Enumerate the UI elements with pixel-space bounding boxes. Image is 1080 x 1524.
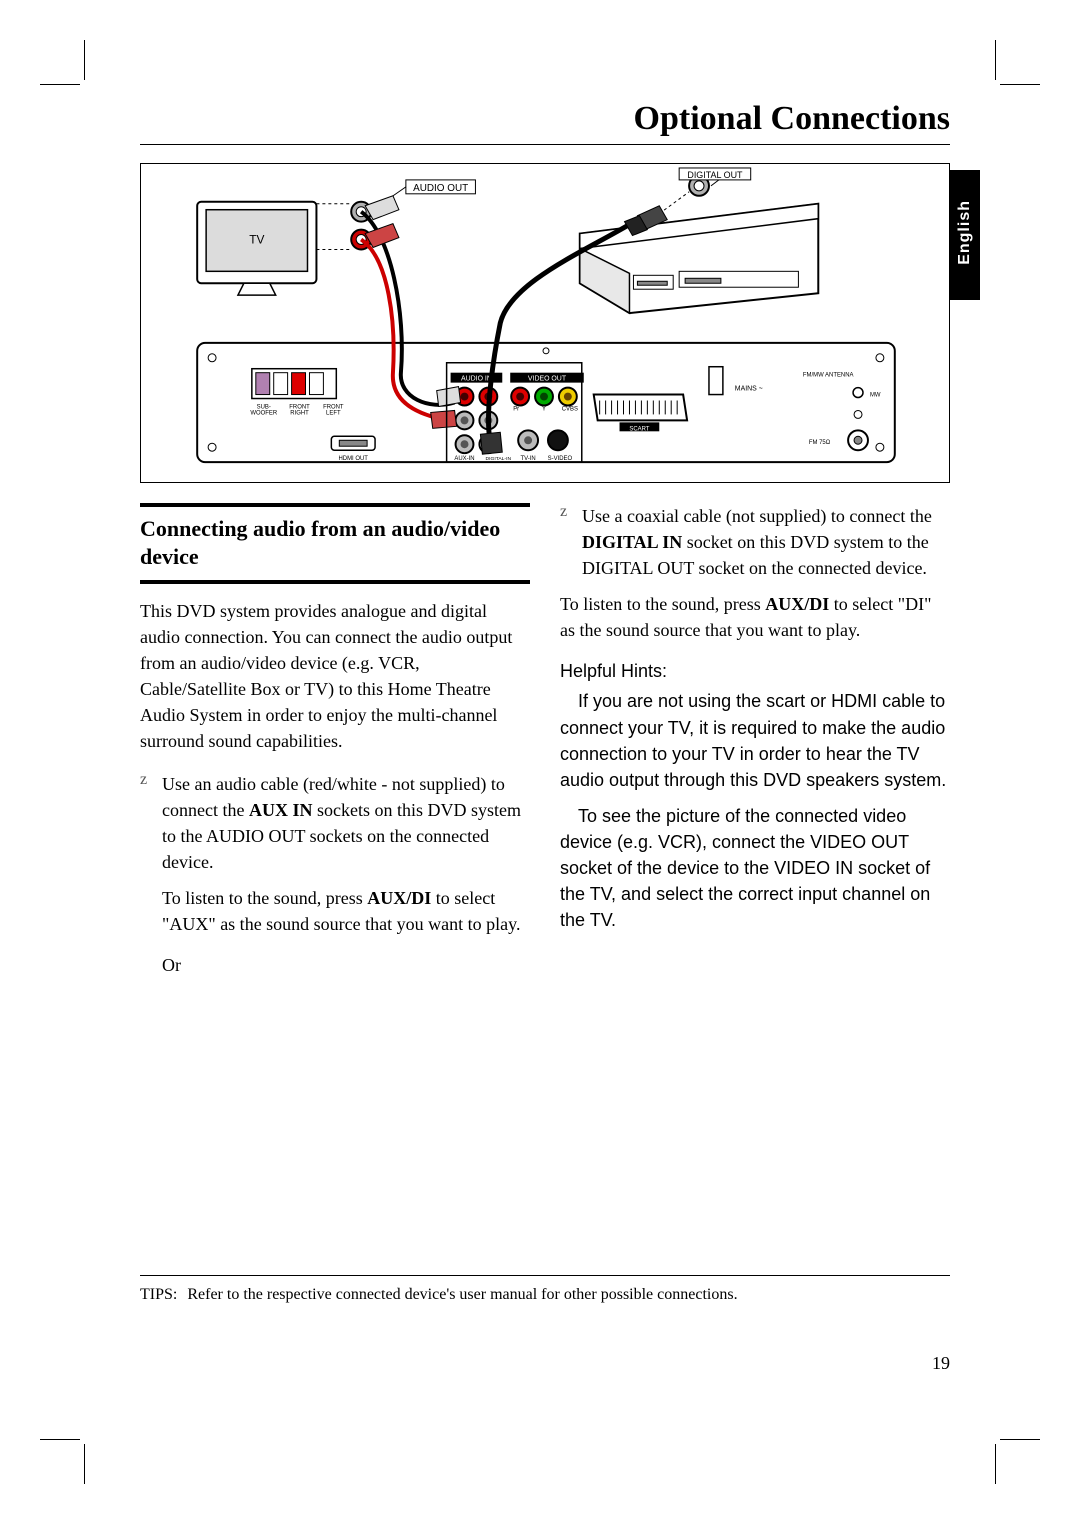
- bullet-digital: z Use a coaxial cable (not supplied) to …: [560, 503, 950, 581]
- fm-label: FM 75Ω: [809, 440, 831, 446]
- connection-diagram: TV AUDIO OUT: [140, 163, 950, 483]
- bullet-marker: z: [140, 771, 152, 875]
- language-tab: English: [950, 170, 980, 300]
- audio-out-label: AUDIO OUT: [413, 183, 468, 194]
- left-column: Connecting audio from an audio/video dev…: [140, 503, 530, 976]
- tips-text: Refer to the respective connected device…: [187, 1286, 737, 1303]
- bullet-marker: z: [560, 503, 572, 581]
- hint-1: If you are not using the scart or HDMI c…: [560, 688, 950, 792]
- page-title: Optional Connections: [140, 100, 950, 138]
- mains-label: MAINS ~: [735, 386, 763, 393]
- aux-in-label: AUX-IN: [454, 456, 474, 462]
- aux-listen-note: To listen to the sound, press AUX/DI to …: [162, 885, 530, 937]
- digital-in-label: DIGITAL-IN: [486, 456, 512, 462]
- page-number: 19: [932, 1353, 950, 1374]
- hint-2: To see the picture of the connected vide…: [560, 803, 950, 933]
- section-heading: Connecting audio from an audio/video dev…: [140, 503, 530, 584]
- tips-footer: TIPS: Refer to the respective connected …: [140, 1275, 950, 1304]
- tv-label: TV: [249, 233, 264, 247]
- tips-label: TIPS:: [140, 1286, 177, 1304]
- mw-label: MW: [870, 393, 881, 399]
- cvbs-label: CVBS: [562, 406, 578, 412]
- di-listen-note: To listen to the sound, press AUX/DI to …: [560, 591, 950, 643]
- svg-text:LEFT: LEFT: [326, 410, 341, 416]
- svg-text:RIGHT: RIGHT: [290, 410, 309, 416]
- scart-label: SCART: [629, 426, 649, 432]
- right-column: z Use a coaxial cable (not supplied) to …: [560, 503, 950, 976]
- svideo-label: S-VIDEO: [548, 456, 573, 462]
- audio-in-label: AUDIO IN: [461, 376, 492, 383]
- intro-para: This DVD system provides analogue and di…: [140, 598, 530, 755]
- digital-out-label: DIGITAL OUT: [687, 170, 743, 180]
- hints-heading: Helpful Hints:: [560, 661, 950, 682]
- fm-ant-label: FM/MW ANTENNA: [803, 373, 854, 379]
- video-out-label: VIDEO OUT: [528, 376, 567, 383]
- bullet-aux: z Use an audio cable (red/white - not su…: [140, 771, 530, 875]
- tv-in-label: TV-IN: [520, 456, 535, 462]
- or-text: Or: [162, 955, 530, 976]
- svg-text:WOOFER: WOOFER: [250, 410, 277, 416]
- y-label: Y: [542, 406, 546, 412]
- page-header: Optional Connections: [140, 100, 950, 145]
- language-label: English: [956, 200, 974, 265]
- pr-label: Pr: [513, 406, 519, 412]
- hdmi-out-label: HDMI OUT: [338, 456, 368, 462]
